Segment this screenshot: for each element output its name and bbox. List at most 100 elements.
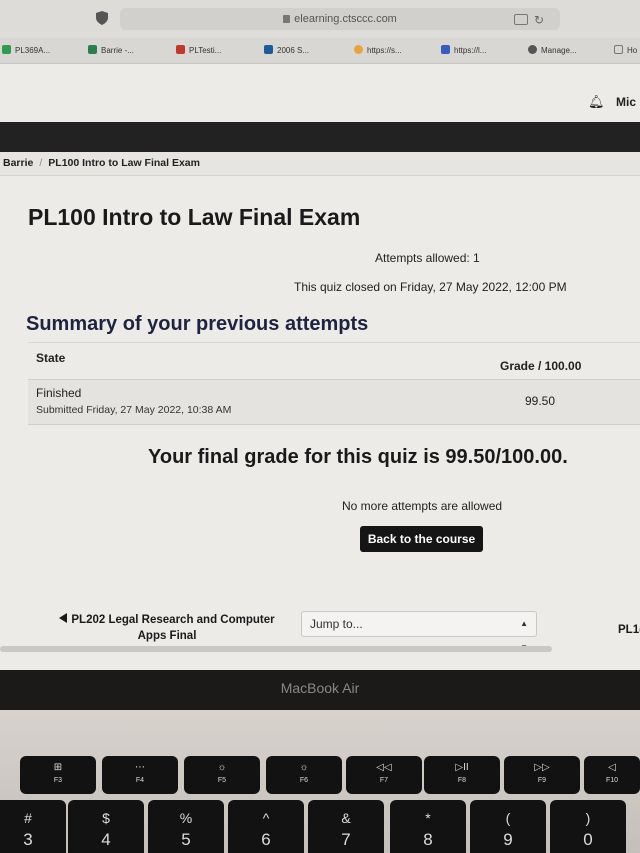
site-header (0, 64, 640, 122)
key-f10[interactable]: ◁ F10 (584, 756, 640, 794)
key-f6[interactable]: ☼ F6 (266, 756, 342, 794)
bookmark-item[interactable]: Ho (614, 42, 640, 60)
key-digit: 0 (583, 830, 593, 849)
key-f7[interactable]: ◁◁ F7 (346, 756, 422, 794)
key-0[interactable]: ) 0 (550, 800, 626, 853)
key-label: F10 (605, 777, 619, 784)
key-symbol: * (425, 810, 431, 826)
previous-activity-label: PL202 Legal Research and Computer Apps F… (71, 614, 275, 642)
key-6[interactable]: ^ 6 (228, 800, 304, 853)
bookmark-item[interactable]: Barrie -... (88, 42, 158, 60)
key-f4[interactable]: ⋯ F4 (102, 756, 178, 794)
key-f8[interactable]: ▷II F8 (424, 756, 500, 794)
attempts-table: State Grade / 100.00 Finished Submitted … (28, 342, 640, 425)
reload-icon[interactable]: ↻ (534, 13, 544, 27)
bookmark-favicon (176, 45, 185, 54)
key-f5[interactable]: ☼ F5 (184, 756, 260, 794)
apple-icon (528, 45, 537, 54)
key-label: F4 (135, 777, 145, 784)
bookmark-label: 2006 S... (277, 46, 310, 55)
key-symbol: ) (585, 810, 591, 826)
breadcrumb-item[interactable]: Barrie (3, 157, 33, 169)
no-more-attempts: No more attempts are allowed (342, 499, 503, 513)
key-label: F6 (299, 777, 309, 784)
bookmark-favicon (354, 45, 363, 54)
key-f9[interactable]: ▷▷ F9 (504, 756, 580, 794)
key-symbol: # (24, 810, 32, 826)
bookmark-item[interactable]: https://s... (354, 42, 424, 60)
key-digit: 7 (341, 830, 351, 849)
quiz-closed-notice: This quiz closed on Friday, 27 May 2022,… (294, 280, 567, 294)
key-digit: 8 (423, 830, 433, 849)
launchpad-icon: ⋯ (135, 762, 145, 773)
key-8[interactable]: * 8 (390, 800, 466, 853)
breadcrumb-item[interactable]: PL100 Intro to Law Final Exam (48, 157, 200, 169)
attempt-submitted: Submitted Friday, 27 May 2022, 10:38 AM (36, 404, 232, 416)
key-digit: 6 (261, 830, 271, 849)
key-symbol: ^ (262, 810, 270, 826)
bookmark-item[interactable]: PL369A... (2, 42, 72, 60)
bookmark-label: PL369A... (15, 46, 51, 55)
key-label: F7 (379, 777, 389, 784)
mission-control-icon: ⊞ (53, 762, 63, 773)
jump-to-label: Jump to... (310, 617, 363, 631)
previous-activity-link[interactable]: PL202 Legal Research and Computer Apps F… (52, 612, 282, 644)
bookmark-item[interactable]: PLTesti... (176, 42, 246, 60)
bookmark-favicon (441, 45, 450, 54)
mute-icon: ◁ (608, 762, 616, 773)
key-digit: 9 (503, 830, 513, 849)
bookmark-favicon (88, 45, 97, 54)
attempt-state: Finished (36, 386, 82, 400)
notification-bell-icon[interactable]: 🔔︎ (588, 94, 605, 110)
horizontal-scrollbar[interactable] (0, 646, 552, 652)
key-digit: 5 (181, 830, 191, 849)
table-row: Finished Submitted Friday, 27 May 2022, … (28, 379, 640, 425)
shield-icon (96, 11, 108, 25)
column-header-grade: Grade / 100.00 (500, 359, 582, 373)
brand-label: MacBook Air (280, 680, 360, 696)
key-9[interactable]: (9 (470, 800, 546, 853)
key-3[interactable]: #3 (0, 800, 66, 853)
key-label: F8 (457, 777, 467, 784)
key-label: F3 (53, 777, 63, 784)
key-digit: 4 (101, 830, 111, 849)
next-activity-link[interactable]: PL1( (618, 624, 640, 636)
laptop-screen: elearning.ctsccc.com ↻ PL369A... Barrie … (0, 0, 640, 670)
bookmark-item[interactable]: 2006 S... (264, 42, 334, 60)
bookmark-item[interactable]: Manage... (528, 42, 598, 60)
address-bar[interactable]: elearning.ctsccc.com (120, 8, 560, 30)
summary-heading: Summary of your previous attempts (26, 313, 369, 335)
key-label: F5 (217, 777, 227, 784)
attempt-grade: 99.50 (525, 394, 556, 408)
bookmark-favicon (2, 45, 11, 54)
key-digit: 3 (23, 830, 33, 849)
translate-icon[interactable] (514, 14, 528, 25)
keyboard-brightness-up-icon: ☼ (299, 762, 309, 773)
key-label: F9 (537, 777, 547, 784)
key-f3[interactable]: ⊞ F3 (20, 756, 96, 794)
lock-icon (283, 15, 291, 23)
key-symbol: $ (102, 810, 110, 826)
bookmark-label: PLTesti... (189, 46, 222, 55)
play-pause-icon: ▷II (455, 762, 469, 773)
bookmarks-bar: PL369A... Barrie -... PLTesti... 2006 S.… (0, 38, 640, 64)
page-title: PL100 Intro to Law Final Exam (28, 204, 361, 230)
key-4[interactable]: $4 (68, 800, 144, 853)
site-nav-bar (0, 122, 640, 152)
breadcrumb-separator: / (39, 157, 43, 169)
user-menu[interactable]: Mic (616, 95, 636, 109)
bookmark-favicon (614, 45, 623, 54)
browser-toolbar: elearning.ctsccc.com ↻ (0, 0, 640, 38)
bookmark-label: Ho (627, 46, 638, 55)
bookmark-item[interactable]: https://l... (441, 42, 511, 60)
keyboard-brightness-down-icon: ☼ (217, 762, 227, 773)
jump-to-select[interactable]: Jump to... ▲▼ (301, 611, 537, 652)
rewind-icon: ◁◁ (376, 762, 392, 773)
back-to-course-button[interactable]: Back to the course (360, 526, 483, 552)
key-symbol: & (341, 810, 351, 826)
key-7[interactable]: & 7 (308, 800, 384, 853)
key-symbol: % (179, 810, 193, 826)
final-grade: Your final grade for this quiz is 99.50/… (148, 446, 568, 468)
key-5[interactable]: % 5 (148, 800, 224, 853)
bookmark-label: Manage... (541, 46, 577, 55)
